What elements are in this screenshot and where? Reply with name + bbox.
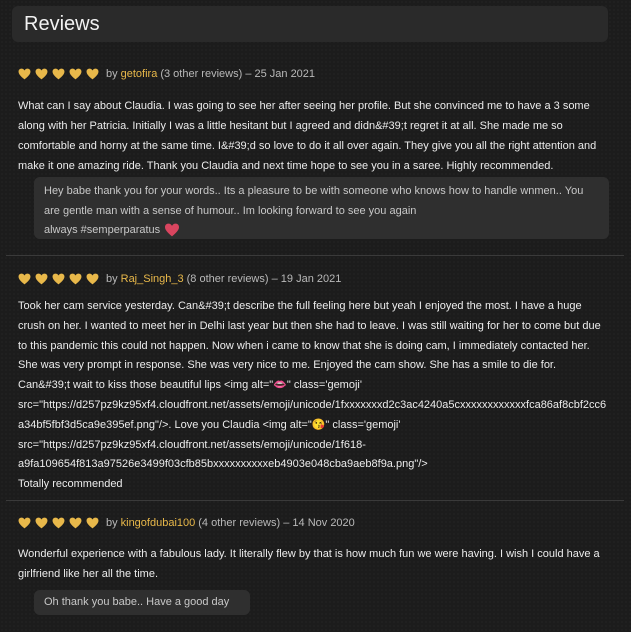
heart-rating-icon: [52, 273, 65, 285]
heart-rating-icon: [86, 273, 99, 285]
heart-rating-icon: [86, 68, 99, 80]
red-heart-icon: [165, 223, 180, 237]
rating-stars: [18, 273, 99, 285]
reply-last-line: always #semperparatus: [44, 221, 599, 241]
other-reviews-count: (4 other reviews): [198, 517, 281, 529]
review-meta: by kingofdubai100 (4 other reviews) – 14…: [18, 516, 613, 530]
heart-rating-icon: [35, 273, 48, 285]
reviews-header: Reviews: [12, 6, 608, 42]
owner-reply: Hey babe thank you for your words.. Its …: [34, 177, 609, 239]
heart-rating-icon: [52, 517, 65, 529]
by-label: by: [106, 517, 118, 529]
review-item: by kingofdubai100 (4 other reviews) – 14…: [18, 516, 613, 584]
heart-rating-icon: [69, 273, 82, 285]
owner-reply: Oh thank you babe.. Have a good day: [34, 590, 250, 615]
review-item: by getofira (3 other reviews) – 25 Jan 2…: [18, 67, 613, 176]
page-title: Reviews: [24, 12, 100, 35]
other-reviews-count: (3 other reviews): [160, 68, 243, 80]
review-text: What can I say about Claudia. I was goin…: [18, 100, 597, 172]
heart-rating-icon: [18, 517, 31, 529]
review-meta: by Raj_Singh_3 (8 other reviews) – 19 Ja…: [18, 272, 613, 286]
heart-rating-icon: [18, 68, 31, 80]
by-label: by: [106, 273, 118, 285]
heart-rating-icon: [69, 68, 82, 80]
rating-stars: [18, 517, 99, 529]
reviewer-link[interactable]: kingofdubai100: [121, 517, 196, 529]
review-text: Took her cam service yesterday. Can&#39;…: [18, 300, 607, 491]
review-date: – 19 Jan 2021: [271, 273, 342, 285]
review-text: Wonderful experience with a fabulous lad…: [18, 548, 600, 580]
divider: [6, 500, 624, 501]
review-item: by Raj_Singh_3 (8 other reviews) – 19 Ja…: [18, 272, 613, 495]
review-date: – 14 Nov 2020: [283, 517, 355, 529]
review-meta: by getofira (3 other reviews) – 25 Jan 2…: [18, 67, 613, 81]
divider: [6, 255, 624, 256]
rating-stars: [18, 68, 99, 80]
reviewer-link[interactable]: getofira: [121, 68, 158, 80]
other-reviews-count: (8 other reviews): [186, 273, 269, 285]
heart-rating-icon: [35, 517, 48, 529]
heart-rating-icon: [86, 517, 99, 529]
heart-rating-icon: [35, 68, 48, 80]
heart-rating-icon: [52, 68, 65, 80]
review-date: – 25 Jan 2021: [245, 68, 316, 80]
heart-rating-icon: [69, 517, 82, 529]
heart-rating-icon: [18, 273, 31, 285]
reviewer-link[interactable]: Raj_Singh_3: [121, 273, 184, 285]
by-label: by: [106, 68, 118, 80]
